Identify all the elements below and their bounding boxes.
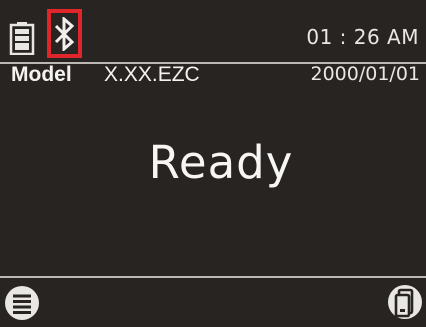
battery-full-icon	[9, 22, 35, 55]
bottom-divider	[0, 276, 426, 278]
clock-time: 01 : 26 AM	[306, 25, 419, 49]
bluetooth-icon[interactable]	[51, 17, 78, 51]
device-icon[interactable]	[387, 283, 423, 321]
printer-status: Ready	[148, 136, 294, 189]
model-value: X.XX.EZC	[104, 63, 200, 86]
menu-icon[interactable]	[4, 285, 40, 321]
date: 2000/01/01	[310, 63, 420, 85]
model-label: Model	[11, 63, 72, 86]
printer-display: 01 : 26 AM Model X.XX.EZC 2000/01/01 Rea…	[0, 0, 426, 327]
